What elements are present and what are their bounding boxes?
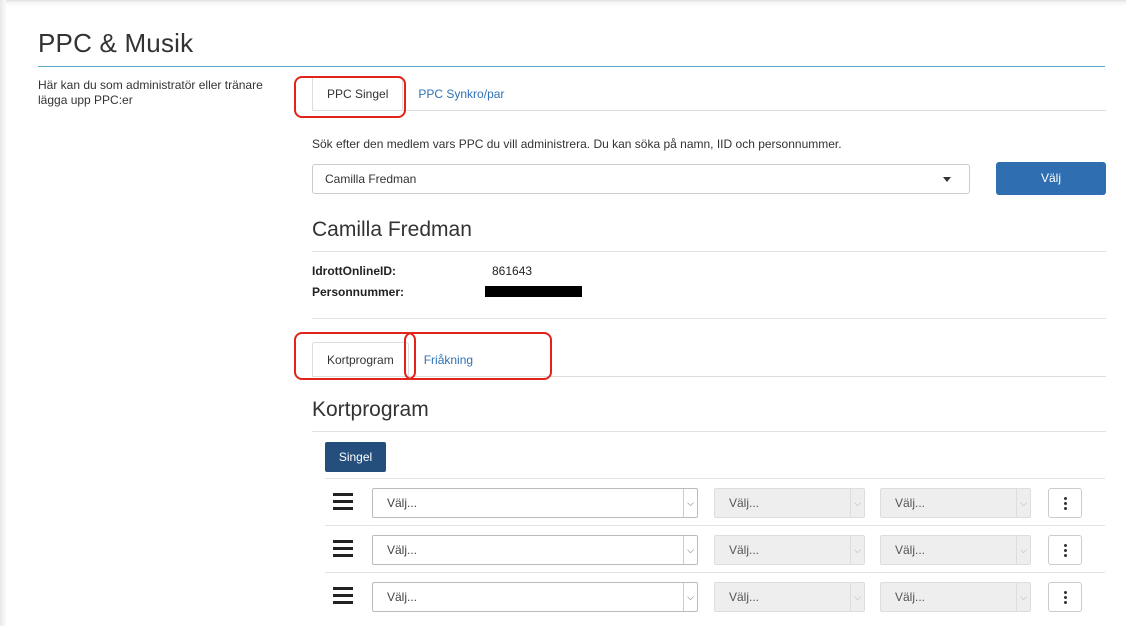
chevron-down-icon: ⌵ xyxy=(850,583,864,611)
level-select[interactable]: Välj... ⌵ xyxy=(714,488,865,518)
singel-button[interactable]: Singel xyxy=(325,442,386,472)
element-select-value: Välj... xyxy=(387,590,418,604)
page-title: PPC & Musik xyxy=(38,28,194,58)
drag-handle-icon[interactable] xyxy=(333,493,353,510)
ppc-tabs-rule xyxy=(312,110,1106,111)
kebab-menu-icon[interactable] xyxy=(1048,488,1082,518)
chevron-down-icon: ⌵ xyxy=(850,489,864,517)
chevron-down-icon: ⌵ xyxy=(1016,583,1030,611)
variant-select-value: Välj... xyxy=(895,543,926,557)
drag-handle-icon[interactable] xyxy=(333,540,353,557)
chevron-down-icon: ⌵ xyxy=(1016,536,1030,564)
element-row: Välj... ⌵ Välj... ⌵ Välj... ⌵ xyxy=(325,572,1105,618)
program-tabs-rule xyxy=(312,376,1106,377)
element-select-value: Välj... xyxy=(387,496,418,510)
tab-ppc-singel[interactable]: PPC Singel xyxy=(312,76,404,110)
kebab-menu-icon[interactable] xyxy=(1048,582,1082,612)
level-select[interactable]: Välj... ⌵ xyxy=(714,535,865,565)
chevron-down-icon: ⌵ xyxy=(683,489,697,517)
element-select[interactable]: Välj... ⌵ xyxy=(372,535,698,565)
level-select[interactable]: Välj... ⌵ xyxy=(714,582,865,612)
variant-select-value: Välj... xyxy=(895,590,926,604)
variant-select[interactable]: Välj... ⌵ xyxy=(880,488,1031,518)
kebab-menu-icon[interactable] xyxy=(1048,535,1082,565)
member-name: Camilla Fredman xyxy=(312,218,472,241)
tab-friakning[interactable]: Friåkning xyxy=(409,342,488,376)
member-select-value: Camilla Fredman xyxy=(325,172,417,186)
valj-button[interactable]: Välj xyxy=(996,162,1106,195)
left-edge xyxy=(0,0,6,626)
level-select-value: Välj... xyxy=(729,543,760,557)
ppc-tabs: PPC Singel PPC Synkro/par xyxy=(312,76,519,110)
level-select-value: Välj... xyxy=(729,496,760,510)
chevron-down-icon: ⌵ xyxy=(850,536,864,564)
chevron-down-icon xyxy=(943,177,951,182)
title-rule xyxy=(38,66,1105,67)
tab-kortprogram[interactable]: Kortprogram xyxy=(312,342,409,376)
element-row: Välj... ⌵ Välj... ⌵ Välj... ⌵ xyxy=(325,525,1105,571)
element-row: Välj... ⌵ Välj... ⌵ Välj... ⌵ xyxy=(325,478,1105,524)
chevron-down-icon: ⌵ xyxy=(683,536,697,564)
intro-text: Här kan du som administratör eller träna… xyxy=(38,78,263,107)
level-select-value: Välj... xyxy=(729,590,760,604)
variant-select[interactable]: Välj... ⌵ xyxy=(880,535,1031,565)
member-search-select[interactable]: Camilla Fredman xyxy=(312,164,970,194)
idrottonline-id-value: 861643 xyxy=(492,264,533,278)
variant-select-value: Välj... xyxy=(895,496,926,510)
element-select[interactable]: Välj... ⌵ xyxy=(372,582,698,612)
tab-ppc-synkro-par[interactable]: PPC Synkro/par xyxy=(403,76,519,110)
personnummer-redaction xyxy=(485,286,582,297)
element-select[interactable]: Välj... ⌵ xyxy=(372,488,698,518)
chevron-down-icon: ⌵ xyxy=(683,583,697,611)
section-rule xyxy=(312,431,1106,432)
personnummer-label: Personnummer: xyxy=(312,285,405,299)
idrottonline-id-label: IdrottOnlineID: xyxy=(312,264,396,278)
chevron-down-icon: ⌵ xyxy=(1016,489,1030,517)
variant-select[interactable]: Välj... ⌵ xyxy=(880,582,1031,612)
section-title: Kortprogram xyxy=(312,398,429,421)
program-tabs: Kortprogram Friåkning xyxy=(312,342,488,376)
search-hint: Sök efter den medlem vars PPC du vill ad… xyxy=(312,137,842,151)
member-rule xyxy=(312,251,1106,252)
element-select-value: Välj... xyxy=(387,543,418,557)
info-rule xyxy=(312,318,1106,319)
drag-handle-icon[interactable] xyxy=(333,587,353,604)
